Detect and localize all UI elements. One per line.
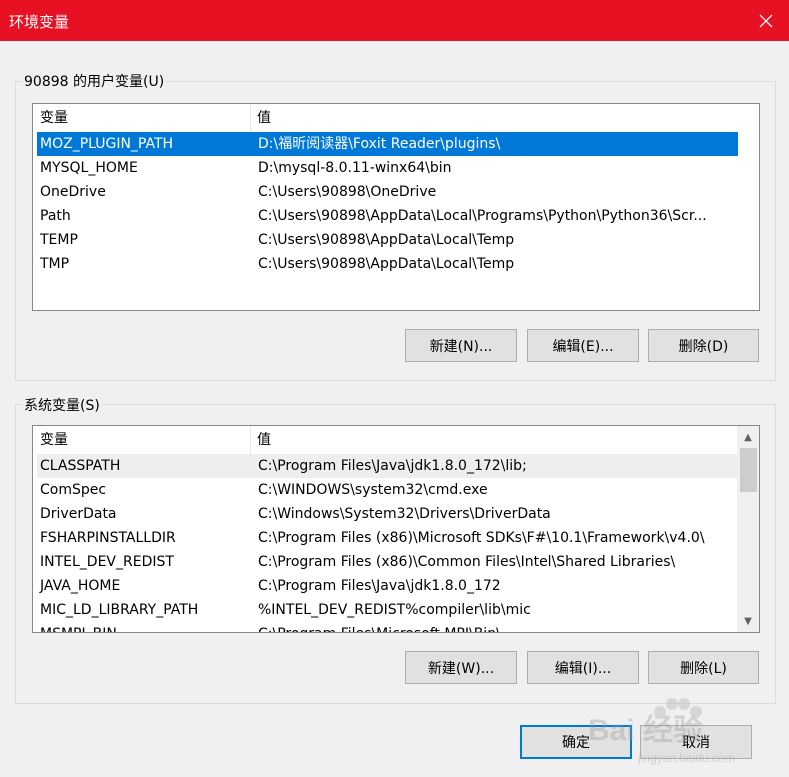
variable-name-cell: OneDrive bbox=[40, 184, 106, 200]
system-edit-button[interactable]: 编辑(I)... bbox=[527, 651, 639, 684]
variable-name-cell: MSMPI_BIN bbox=[40, 622, 117, 632]
table-row[interactable]: MOZ_PLUGIN_PATH D:\福昕阅读器\Foxit Reader\plu… bbox=[37, 132, 738, 156]
variable-value-cell: C:\Program Files (x86)\Microsoft SDKs\F#… bbox=[258, 530, 705, 546]
variable-value-cell: %INTEL_DEV_REDIST%compiler\lib\mic bbox=[258, 602, 531, 618]
variable-name-cell: Path bbox=[40, 208, 71, 224]
column-header-value[interactable]: 值 bbox=[250, 104, 271, 132]
watermark-brand: Bai 经验 bbox=[588, 713, 703, 747]
variable-value-cell: C:\Program Files\Java\jdk1.8.0_172\lib; bbox=[258, 458, 527, 474]
user-delete-button[interactable]: 删除(D) bbox=[648, 329, 759, 362]
variable-name-cell: CLASSPATH bbox=[40, 458, 121, 474]
user-vars-label: 90898 的用户变量(U) bbox=[22, 71, 167, 91]
user-vars-header: 变量 值 bbox=[33, 104, 759, 132]
variable-name-cell: DriverData bbox=[40, 506, 117, 522]
variable-name-cell: JAVA_HOME bbox=[40, 578, 121, 594]
table-row[interactable]: DriverData C:\Windows\System32\Drivers\Dr… bbox=[37, 502, 737, 526]
variable-value-cell: D:\福昕阅读器\Foxit Reader\plugins\ bbox=[258, 136, 501, 152]
table-row[interactable]: TEMP C:\Users\90898\AppData\Local\Temp bbox=[37, 228, 738, 252]
scroll-down-icon[interactable]: ▼ bbox=[737, 610, 759, 632]
variable-value-cell: C:\Program Files (x86)\Common Files\Inte… bbox=[258, 554, 676, 570]
table-row[interactable]: TMP C:\Users\90898\AppData\Local\Temp bbox=[37, 252, 738, 276]
variable-name-cell: FSHARPINSTALLDIR bbox=[40, 530, 176, 546]
variable-value-cell: C:\Users\90898\AppData\Local\Temp bbox=[258, 232, 515, 248]
system-new-button[interactable]: 新建(W)... bbox=[405, 651, 517, 684]
column-header-variable[interactable]: 变量 bbox=[33, 104, 68, 132]
variable-value-cell: C:\Program Files\Microsoft MPI\Bin\ bbox=[258, 622, 733, 632]
variable-name-cell: ComSpec bbox=[40, 482, 107, 498]
env-vars-dialog: 环境变量 90898 的用户变量(U) 变量 值 MOZ_PLUGIN_PATH… bbox=[0, 0, 789, 777]
variable-name-cell: MOZ_PLUGIN_PATH bbox=[40, 136, 174, 152]
window-title: 环境变量 bbox=[9, 13, 70, 31]
watermark-url: jingyan.baidu.com bbox=[637, 751, 735, 765]
variable-value-cell: C:\Windows\System32\Drivers\DriverData bbox=[258, 506, 551, 522]
variable-value-cell: D:\mysql-8.0.11-winx64\bin bbox=[258, 160, 452, 176]
variable-name-cell: MYSQL_HOME bbox=[40, 160, 138, 176]
system-vars-list[interactable]: 变量 值 CLASSPATH C:\Program Files\Java\jdk1… bbox=[32, 425, 760, 633]
scroll-thumb[interactable] bbox=[740, 448, 757, 492]
variable-value-cell: C:\Users\90898\AppData\Local\Programs\Py… bbox=[258, 208, 707, 224]
table-row[interactable]: MSMPI_BIN C:\Program Files\Microsoft MPI\… bbox=[37, 622, 737, 632]
column-header-value[interactable]: 值 bbox=[250, 426, 271, 454]
variable-value-cell: C:\Users\90898\OneDrive bbox=[258, 184, 437, 200]
table-row[interactable]: FSHARPINSTALLDIR C:\Program Files (x86)\M… bbox=[37, 526, 737, 550]
table-row[interactable]: JAVA_HOME C:\Program Files\Java\jdk1.8.0_… bbox=[37, 574, 737, 598]
table-row[interactable]: MIC_LD_LIBRARY_PATH %INTEL_DEV_REDIST%com… bbox=[37, 598, 737, 622]
table-row[interactable]: INTEL_DEV_REDIST C:\Program Files (x86)\C… bbox=[37, 550, 737, 574]
title-bar[interactable]: 环境变量 bbox=[0, 0, 789, 41]
table-row[interactable]: CLASSPATH C:\Program Files\Java\jdk1.8.0_… bbox=[37, 454, 737, 478]
table-row[interactable]: ComSpec C:\WINDOWS\system32\cmd.exe bbox=[37, 478, 737, 502]
user-new-button[interactable]: 新建(N)... bbox=[405, 329, 517, 362]
table-row[interactable]: MYSQL_HOME D:\mysql-8.0.11-winx64\bin bbox=[37, 156, 738, 180]
variable-name-cell: MIC_LD_LIBRARY_PATH bbox=[40, 602, 199, 618]
close-icon bbox=[759, 14, 773, 27]
column-header-variable[interactable]: 变量 bbox=[33, 426, 68, 454]
variable-value-cell: C:\Users\90898\AppData\Local\Temp bbox=[258, 256, 515, 272]
table-row[interactable]: Path C:\Users\90898\AppData\Local\Program… bbox=[37, 204, 738, 228]
variable-name-cell: INTEL_DEV_REDIST bbox=[40, 554, 174, 570]
watermark-logo: Bai 经验 jingyan.baidu.com bbox=[578, 690, 778, 770]
user-edit-button[interactable]: 编辑(E)... bbox=[527, 329, 639, 362]
variable-value-cell: C:\Program Files\Java\jdk1.8.0_172 bbox=[258, 578, 501, 594]
system-vars-label: 系统变量(S) bbox=[22, 395, 102, 415]
user-vars-list[interactable]: 变量 值 MOZ_PLUGIN_PATH D:\福昕阅读器\Foxit Reade… bbox=[32, 103, 760, 311]
close-button[interactable] bbox=[743, 0, 789, 41]
table-row[interactable]: OneDrive C:\Users\90898\OneDrive bbox=[37, 180, 738, 204]
variable-name-cell: TEMP bbox=[40, 232, 78, 248]
scroll-up-icon[interactable]: ▲ bbox=[737, 426, 759, 448]
variable-name-cell: TMP bbox=[40, 256, 70, 272]
system-delete-button[interactable]: 删除(L) bbox=[648, 651, 759, 684]
system-vars-header: 变量 值 bbox=[33, 426, 759, 454]
variable-value-cell: C:\WINDOWS\system32\cmd.exe bbox=[258, 482, 488, 498]
vertical-scrollbar[interactable]: ▲ ▼ bbox=[737, 426, 759, 632]
